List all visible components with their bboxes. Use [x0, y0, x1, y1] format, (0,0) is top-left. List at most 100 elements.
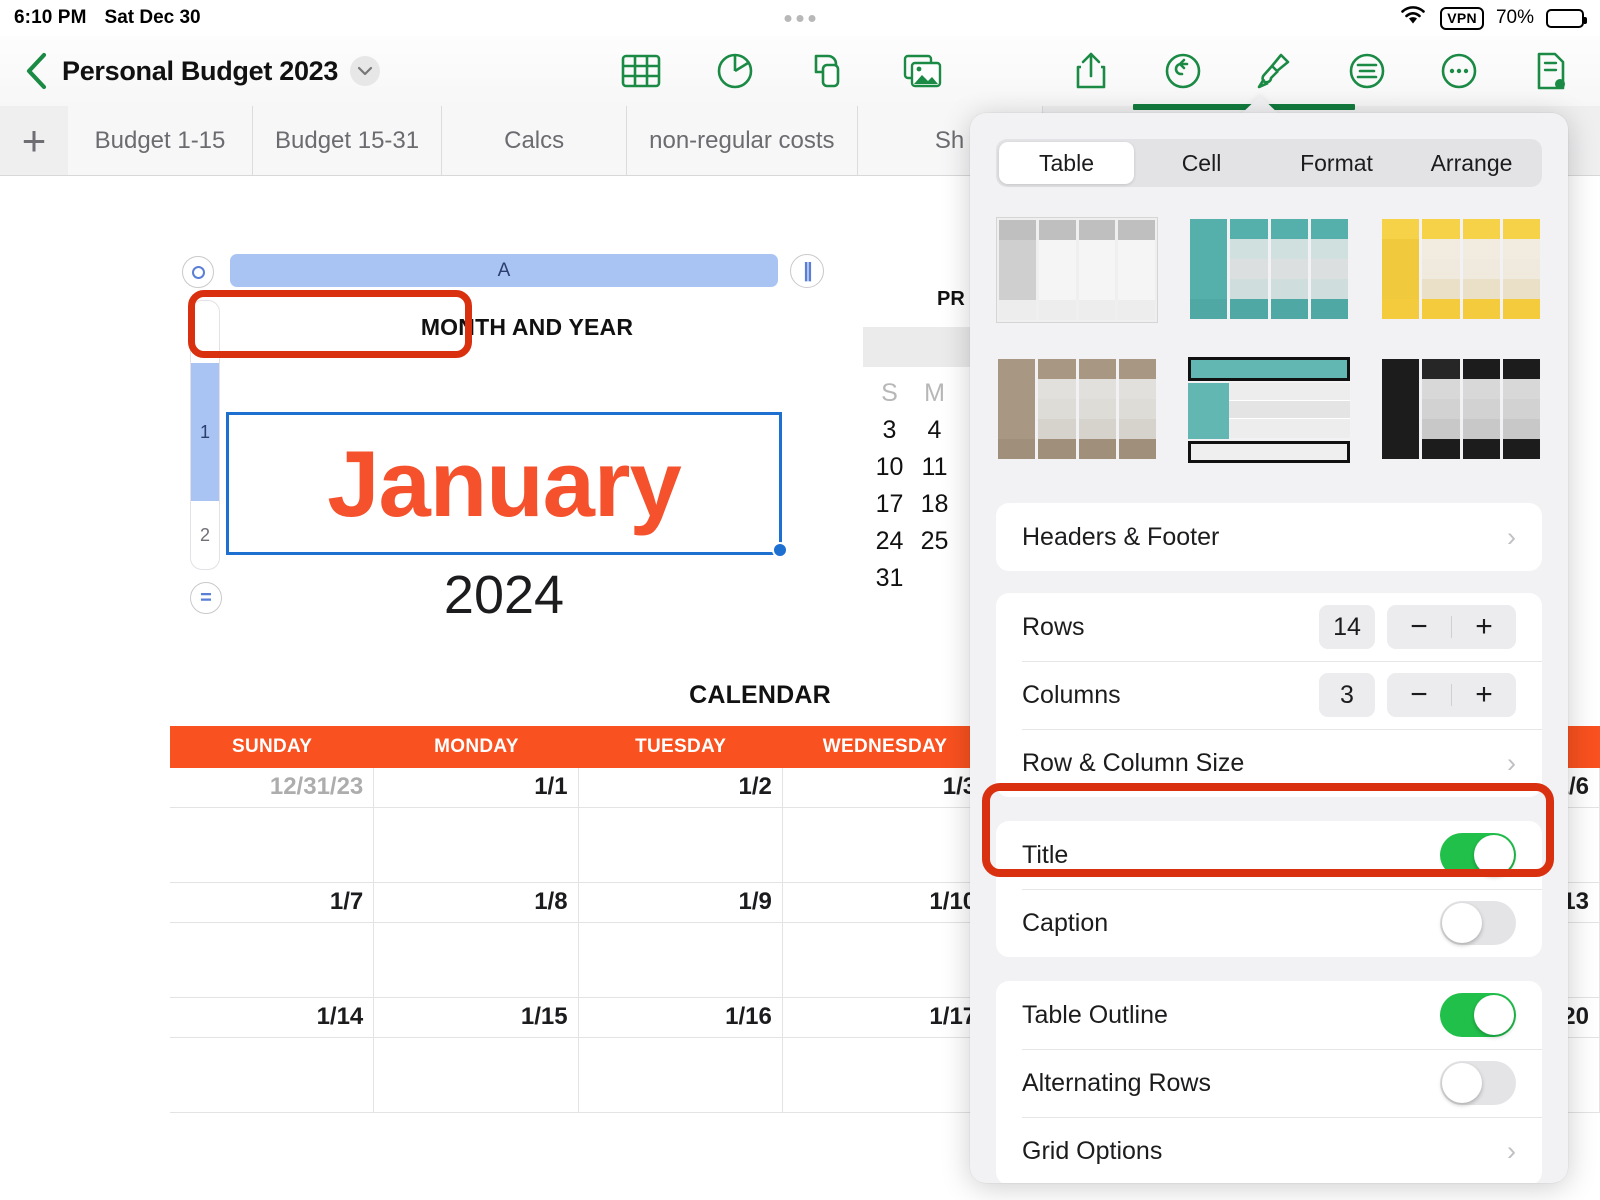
title-caption-group: Title Caption	[996, 821, 1542, 957]
calendar-cell[interactable]: 12/31/23	[170, 768, 374, 808]
calendar-cell[interactable]: 1/9	[579, 883, 783, 923]
photo-icon[interactable]	[902, 50, 944, 92]
row-header-title[interactable]	[191, 301, 219, 363]
alternating-rows-row[interactable]: Alternating Rows	[996, 1049, 1542, 1117]
year-value[interactable]: 2024	[226, 564, 782, 626]
status-bar: 6:10 PM Sat Dec 30 VPN 70%	[0, 0, 1600, 36]
table-style-teal-outline[interactable]	[1188, 357, 1350, 475]
rows-increment-button[interactable]: +	[1452, 605, 1516, 649]
rows-decrement-button[interactable]: −	[1387, 605, 1451, 649]
columns-label: Columns	[1022, 681, 1319, 710]
caption-toggle-row[interactable]: Caption	[996, 889, 1542, 957]
calendar-cell[interactable]	[579, 1038, 783, 1113]
wifi-icon	[1398, 4, 1428, 32]
undo-arrow-icon[interactable]	[1162, 50, 1204, 92]
tab-format[interactable]: Format	[1269, 142, 1404, 184]
rows-row[interactable]: Rows 14 − +	[996, 593, 1542, 661]
month-cell[interactable]: January	[226, 412, 782, 555]
tab-arrange[interactable]: Arrange	[1404, 142, 1539, 184]
row-header-2[interactable]: 2	[191, 501, 219, 569]
document-icon[interactable]	[1530, 50, 1572, 92]
title-toggle[interactable]	[1440, 833, 1516, 877]
text-lines-icon[interactable]	[1346, 50, 1388, 92]
columns-increment-button[interactable]: +	[1452, 673, 1516, 717]
calendar-cell[interactable]: 1/16	[579, 998, 783, 1038]
vpn-badge: VPN	[1440, 7, 1484, 30]
columns-stepper[interactable]: 3 − +	[1319, 673, 1516, 717]
column-resize-handle[interactable]: ||	[790, 254, 824, 288]
shape-icon[interactable]	[808, 50, 850, 92]
handle-dot	[785, 15, 792, 22]
table-style-teal[interactable]	[1188, 217, 1350, 335]
caption-toggle[interactable]	[1440, 901, 1516, 945]
calendar-cell[interactable]	[374, 923, 578, 998]
row-header-1[interactable]: 1	[191, 363, 219, 501]
calendar-cell[interactable]: 1/1	[374, 768, 578, 808]
selection-resize-handle[interactable]	[772, 542, 788, 558]
calendar-cell[interactable]: 1/2	[579, 768, 783, 808]
calendar-cell[interactable]	[579, 808, 783, 883]
pie-chart-icon[interactable]	[714, 50, 756, 92]
table-outline-label: Table Outline	[1022, 1001, 1440, 1030]
multitask-handle[interactable]	[785, 15, 816, 22]
row-column-size-row[interactable]: Row & Column Size ›	[996, 729, 1542, 797]
share-up-icon[interactable]	[1070, 50, 1112, 92]
sheet-tab-non-regular-costs[interactable]: non-regular costs	[627, 106, 857, 175]
table-style-yellow[interactable]	[1380, 217, 1542, 335]
calendar-cell[interactable]	[374, 808, 578, 883]
table-outline-toggle[interactable]	[1440, 993, 1516, 1037]
calendar-cell[interactable]	[783, 923, 987, 998]
table-style-black[interactable]	[1380, 357, 1542, 475]
calendar-col-monday: MONDAY	[374, 726, 578, 768]
table-outline-row[interactable]: Table Outline	[996, 981, 1542, 1049]
chevron-down-icon[interactable]	[350, 56, 380, 86]
calendar-cell[interactable]: 1/10	[783, 883, 987, 923]
grid-options-label: Grid Options	[1022, 1137, 1507, 1166]
table-title-cell[interactable]: MONTH AND YEAR	[382, 298, 672, 356]
calendar-date: 1/16	[725, 1003, 772, 1031]
headers-footer-row[interactable]: Headers & Footer ›	[996, 503, 1542, 571]
calendar-cell[interactable]: 1/7	[170, 883, 374, 923]
status-date: Sat Dec 30	[105, 7, 201, 29]
row-add-handle[interactable]: =	[190, 582, 222, 614]
tab-cell[interactable]: Cell	[1134, 142, 1269, 184]
calendar-cell[interactable]: 1/8	[374, 883, 578, 923]
rows-stepper[interactable]: 14 − +	[1319, 605, 1516, 649]
columns-decrement-button[interactable]: −	[1387, 673, 1451, 717]
sheet-tab-budget-1-15[interactable]: Budget 1-15	[68, 106, 253, 175]
calendar-cell[interactable]: 1/17	[783, 998, 987, 1038]
table-styles-grid[interactable]	[996, 217, 1542, 475]
grid-options-row[interactable]: Grid Options ›	[996, 1117, 1542, 1183]
mini-day: 31	[867, 560, 912, 597]
calendar-cell[interactable]: 1/3	[783, 768, 987, 808]
rows-label: Rows	[1022, 613, 1319, 642]
tab-table[interactable]: Table	[999, 142, 1134, 184]
calendar-cell[interactable]	[170, 808, 374, 883]
calendar-date: 1/9	[738, 888, 771, 916]
table-style-tan[interactable]	[996, 357, 1158, 475]
title-toggle-row[interactable]: Title	[996, 821, 1542, 889]
battery-percent: 70%	[1496, 7, 1534, 29]
row-header-track[interactable]: 1 2	[190, 300, 220, 570]
calendar-cell[interactable]: 1/14	[170, 998, 374, 1038]
calendar-cell[interactable]	[170, 1038, 374, 1113]
sheet-tab-calcs[interactable]: Calcs	[442, 106, 627, 175]
sheet-tab-budget-15-31[interactable]: Budget 15-31	[253, 106, 442, 175]
calendar-cell[interactable]	[783, 1038, 987, 1113]
calendar-cell[interactable]	[579, 923, 783, 998]
columns-row[interactable]: Columns 3 − +	[996, 661, 1542, 729]
alternating-rows-toggle[interactable]	[1440, 1061, 1516, 1105]
ellipsis-icon[interactable]	[1438, 50, 1480, 92]
calendar-cell[interactable]	[374, 1038, 578, 1113]
table-corner-handle[interactable]	[182, 256, 214, 288]
calendar-cell[interactable]: 1/15	[374, 998, 578, 1038]
table-icon[interactable]	[620, 50, 662, 92]
paintbrush-icon[interactable]	[1254, 50, 1296, 92]
format-segmented-control[interactable]: Table Cell Format Arrange	[996, 139, 1542, 187]
back-button[interactable]	[18, 53, 54, 89]
column-header-a[interactable]: A	[230, 254, 778, 287]
add-sheet-button[interactable]: +	[0, 106, 68, 175]
calendar-cell[interactable]	[170, 923, 374, 998]
table-style-plain-gray[interactable]	[996, 217, 1158, 335]
calendar-cell[interactable]	[783, 808, 987, 883]
